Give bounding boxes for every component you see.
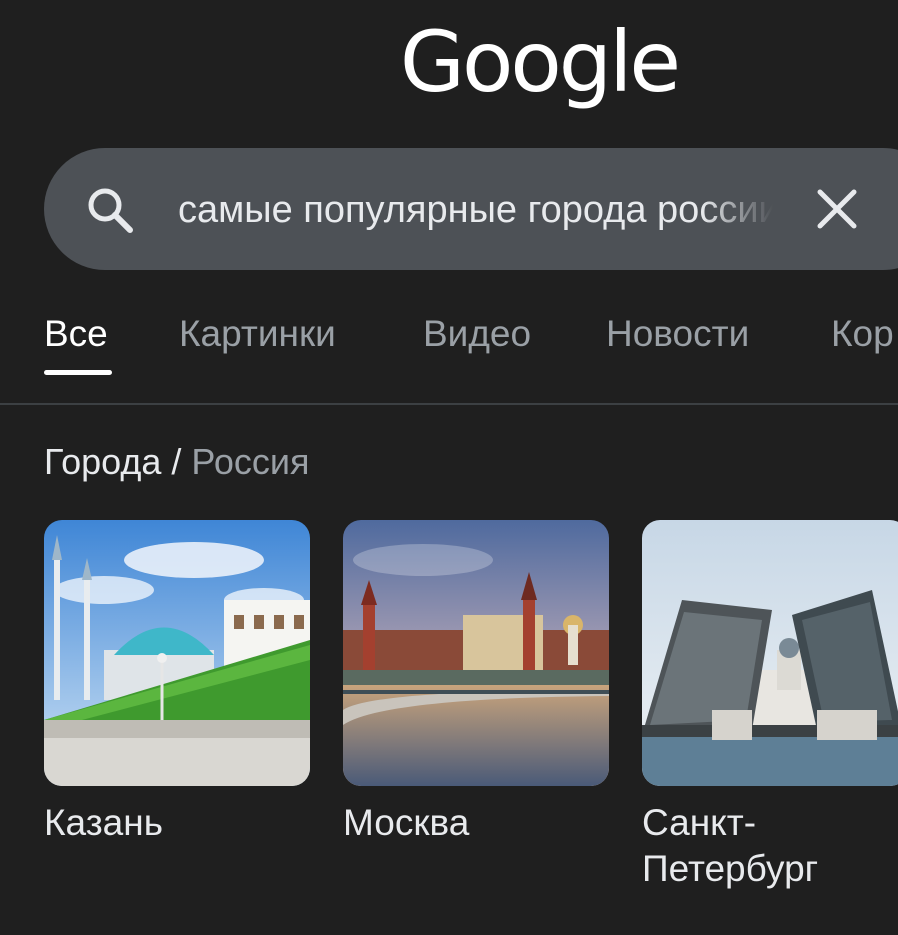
city-card-saint-petersburg[interactable]: Санкт- Петербург bbox=[642, 520, 898, 892]
tab-images[interactable]: Картинки bbox=[179, 306, 336, 362]
saint-petersburg-image[interactable] bbox=[642, 520, 898, 786]
breadcrumb: Города / Россия bbox=[44, 436, 309, 488]
city-card-moscow[interactable]: Москва bbox=[343, 520, 609, 846]
tab-more[interactable]: Кор bbox=[831, 306, 894, 362]
tabs-divider bbox=[0, 403, 898, 405]
breadcrumb-main[interactable]: Города bbox=[44, 441, 161, 482]
breadcrumb-separator: / bbox=[161, 441, 192, 482]
tab-all[interactable]: Все bbox=[44, 306, 108, 362]
breadcrumb-sub[interactable]: Россия bbox=[191, 441, 309, 482]
active-tab-indicator bbox=[44, 370, 112, 375]
search-icon[interactable] bbox=[84, 184, 136, 236]
google-search-page: Google самые популярные города россии Вс… bbox=[0, 0, 898, 935]
close-icon[interactable] bbox=[814, 186, 860, 232]
tab-news[interactable]: Новости bbox=[606, 306, 749, 362]
city-label-saint-petersburg[interactable]: Санкт- Петербург bbox=[642, 800, 898, 892]
search-tabs: Все Картинки Видео Новости Кор bbox=[0, 306, 898, 386]
city-card-kazan[interactable]: Казань bbox=[44, 520, 310, 846]
moscow-image[interactable] bbox=[343, 520, 609, 786]
kazan-image[interactable] bbox=[44, 520, 310, 786]
city-label-moscow[interactable]: Москва bbox=[343, 800, 643, 846]
google-logo[interactable]: Google bbox=[0, 12, 898, 112]
city-label-kazan[interactable]: Казань bbox=[44, 800, 344, 846]
search-input[interactable]: самые популярные города россии bbox=[178, 184, 773, 236]
tab-video[interactable]: Видео bbox=[423, 306, 531, 362]
